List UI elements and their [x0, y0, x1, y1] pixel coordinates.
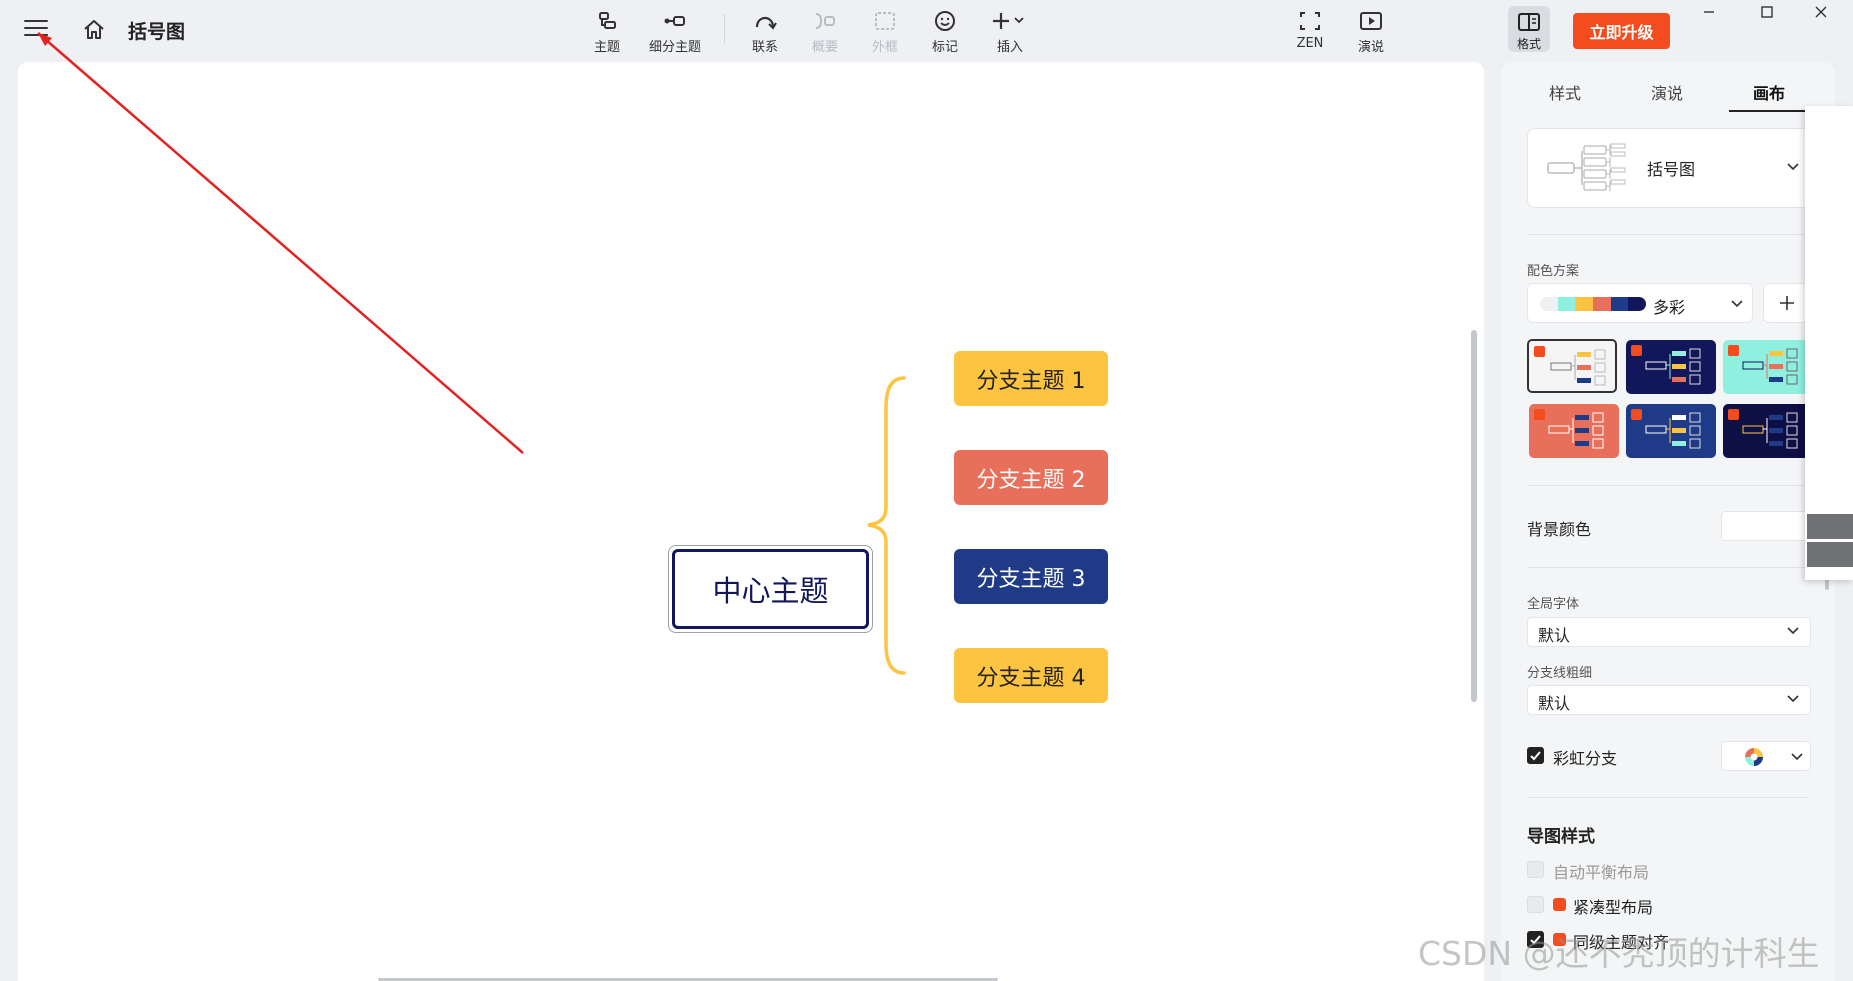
chevron-down-icon [1791, 753, 1803, 761]
present-button[interactable]: 演说 [1336, 8, 1406, 55]
chevron-down-icon [1787, 163, 1799, 171]
plus-icon [1780, 296, 1794, 310]
theme-thumbnail-3[interactable] [1723, 340, 1813, 394]
watermark: CSDN @还不秃顶的计科生 [1418, 934, 1820, 973]
lock-icon [1553, 898, 1566, 911]
plus-chevron-icon [975, 8, 1045, 34]
popup-item[interactable] [1807, 542, 1853, 567]
hamburger-menu-icon[interactable] [24, 20, 48, 40]
subtopic-icon [640, 8, 710, 34]
topic-icon [572, 8, 642, 34]
maximize-icon[interactable] [1755, 2, 1779, 22]
popup-item[interactable] [1807, 514, 1853, 539]
insert-button[interactable]: 插入 [975, 8, 1045, 55]
mindmap-canvas[interactable]: 中心主题 分支主题 1 分支主题 2 分支主题 3 分支主题 4 [18, 62, 1484, 981]
tab-style[interactable]: 样式 [1525, 80, 1605, 104]
section-divider [1527, 567, 1809, 568]
branch-topic-4[interactable]: 分支主题 4 [954, 648, 1108, 703]
chevron-down-icon [1731, 300, 1743, 308]
zen-mode-button[interactable]: ZEN [1275, 8, 1345, 51]
compact-layout-label: 紧凑型布局 [1573, 898, 1654, 917]
layout-selector[interactable]: 括号图 [1527, 128, 1817, 208]
theme-thumbnail-6[interactable] [1723, 404, 1813, 458]
lock-icon [1631, 345, 1642, 356]
section-divider [1527, 485, 1809, 486]
auto-balance-checkbox[interactable] [1527, 861, 1544, 878]
rainbow-color-dropdown[interactable] [1721, 741, 1811, 771]
color-wheel-icon [1745, 748, 1763, 766]
lock-icon [1631, 409, 1642, 420]
overflow-popup [1805, 106, 1853, 580]
global-font-label: 全局字体 [1527, 597, 1580, 612]
marker-button[interactable]: 标记 [910, 8, 980, 55]
color-scheme-dropdown[interactable]: 多彩 [1527, 283, 1753, 323]
compact-layout-checkbox[interactable] [1527, 896, 1544, 913]
branch-topic-1[interactable]: 分支主题 1 [954, 351, 1108, 406]
play-screen-icon [1336, 8, 1406, 34]
tab-canvas[interactable]: 画布 [1729, 80, 1809, 104]
chevron-down-icon [1787, 627, 1799, 635]
color-scheme-swatch [1540, 297, 1646, 311]
section-divider [1527, 797, 1809, 798]
bracket-layout-icon [1547, 143, 1626, 191]
lock-icon [1534, 409, 1545, 420]
bracket-connector [867, 376, 906, 675]
branch-width-dropdown[interactable]: 默认 [1527, 685, 1811, 715]
top-bar: 括号图 主题 细分主题 联系 概要 外框 标记 插入 ZEN 演说 格式 立即升… [0, 0, 1853, 62]
auto-balance-label: 自动平衡布局 [1553, 863, 1650, 882]
rainbow-branch-label: 彩虹分支 [1553, 749, 1618, 768]
topic-button[interactable]: 主题 [572, 8, 642, 55]
subtopic-button[interactable]: 细分主题 [640, 8, 710, 55]
rainbow-branch-checkbox[interactable] [1527, 747, 1544, 764]
lock-icon [1728, 345, 1739, 356]
toolbar-divider [724, 14, 725, 44]
format-panel-button[interactable]: 格式 [1508, 6, 1550, 52]
branch-width-label: 分支线粗细 [1527, 666, 1593, 681]
smiley-icon [910, 8, 980, 34]
home-icon[interactable] [82, 18, 106, 42]
active-tab-indicator [1729, 110, 1807, 112]
upgrade-button[interactable]: 立即升级 [1573, 13, 1670, 49]
lock-icon [1728, 409, 1739, 420]
add-scheme-button[interactable] [1763, 283, 1811, 323]
branch-topic-2[interactable]: 分支主题 2 [954, 450, 1108, 505]
global-font-dropdown[interactable]: 默认 [1527, 617, 1811, 647]
central-topic-node[interactable]: 中心主题 [668, 545, 873, 633]
background-color-label: 背景颜色 [1527, 520, 1592, 539]
chevron-down-icon [1787, 695, 1799, 703]
theme-thumbnail-2[interactable] [1626, 340, 1716, 394]
close-icon[interactable] [1809, 2, 1833, 22]
branch-topic-3[interactable]: 分支主题 3 [954, 549, 1108, 604]
canvas-vertical-scrollbar[interactable] [1471, 330, 1477, 702]
format-panel: 样式 演说 画布 括号图 配色方案 多彩 背景颜色 全局字体 默认 分支线粗细 … [1501, 62, 1835, 981]
minimize-icon[interactable] [1697, 2, 1721, 22]
map-style-title: 导图样式 [1527, 827, 1595, 847]
theme-thumbnail-5[interactable] [1626, 404, 1716, 458]
panel-layout-icon [1508, 9, 1550, 35]
lock-icon [1534, 346, 1545, 357]
document-title: 括号图 [128, 21, 186, 43]
tab-present[interactable]: 演说 [1627, 80, 1707, 104]
fullscreen-icon [1275, 8, 1345, 34]
color-scheme-label: 配色方案 [1527, 264, 1580, 279]
theme-thumbnail-4[interactable] [1529, 404, 1619, 458]
central-topic-label: 中心主题 [672, 549, 869, 629]
section-divider [1527, 234, 1809, 235]
theme-thumbnail-1[interactable] [1527, 339, 1617, 393]
